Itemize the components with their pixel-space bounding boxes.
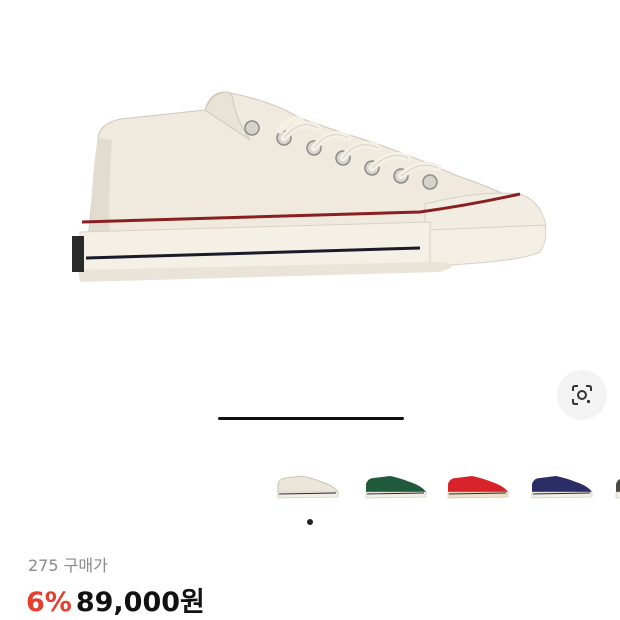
thumbnail-cream[interactable] — [272, 462, 344, 508]
size-purchase-label: 275 구매가 — [28, 556, 108, 575]
price-row: 6% 89,000원 — [26, 580, 205, 619]
color-variant-thumbnails — [272, 462, 620, 512]
sneaker-illustration — [72, 91, 547, 282]
image-search-icon — [572, 385, 592, 405]
sneaker-thumbnail — [365, 476, 427, 499]
thumbnail-green[interactable] — [360, 462, 432, 508]
price-value: 89,000원 — [75, 587, 205, 618]
image-scroll-indicator — [218, 417, 404, 420]
thumbnail-grey[interactable] — [610, 462, 620, 508]
thumbnail-red[interactable] — [442, 462, 514, 508]
sneaker-thumbnail — [531, 476, 593, 499]
sneaker-thumbnail — [277, 475, 339, 499]
pagination-dot-active — [307, 519, 313, 525]
sneaker-thumbnail — [615, 478, 620, 499]
discount-rate: 6% — [26, 587, 72, 618]
product-hero-image[interactable] — [0, 0, 620, 430]
thumbnail-navy[interactable] — [526, 462, 598, 508]
sneaker-thumbnail — [447, 476, 509, 499]
image-search-button[interactable] — [557, 370, 607, 420]
